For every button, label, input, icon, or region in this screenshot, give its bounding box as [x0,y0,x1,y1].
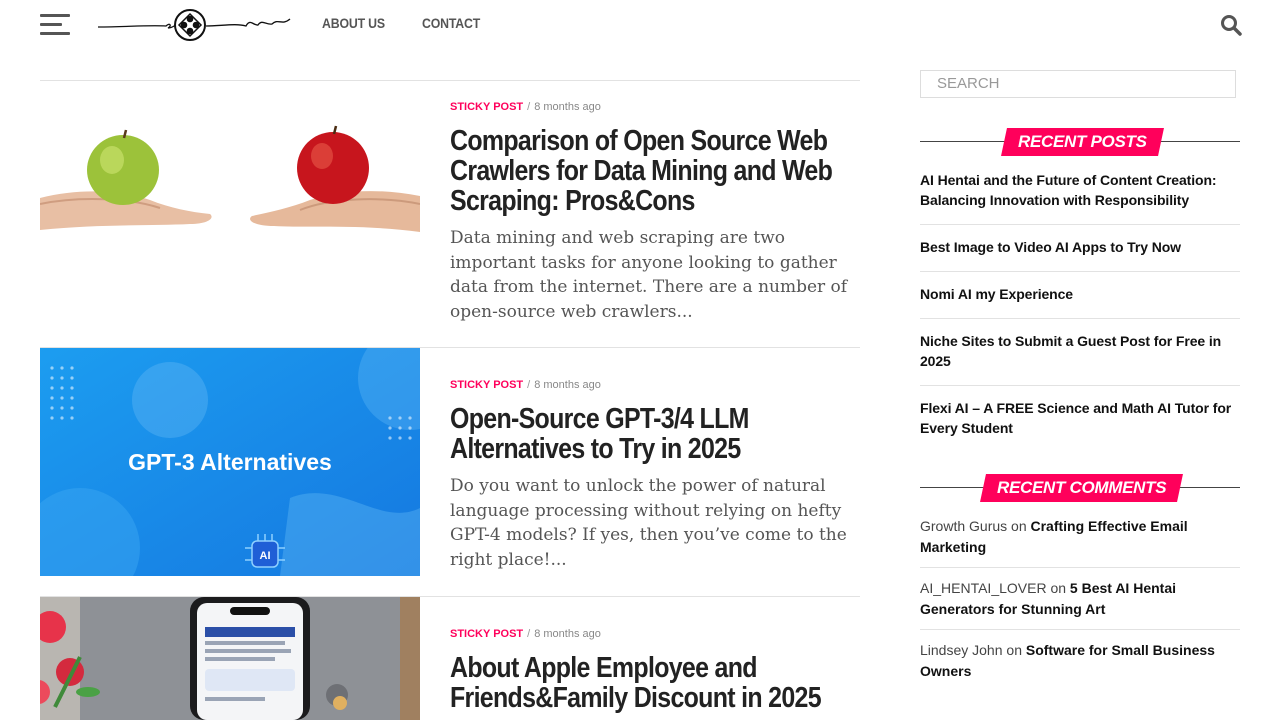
apples-in-hands-image[interactable] [40,100,420,250]
meta-separator: / [527,101,531,113]
comment-item: Growth Gurus on Crafting Effective Email… [920,512,1240,568]
recent-posts-title: RECENT POSTS [1018,132,1147,151]
sidebar: SEARCH RECENT POSTS AI Hentai and the Fu… [920,70,1240,691]
post-title[interactable]: Comparison of Open Source Web Crawlers f… [450,126,854,216]
sticky-post-label[interactable]: STICKY POST [450,101,523,113]
meta-separator: / [527,628,531,640]
nav-about-us[interactable]: ABOUT US [322,15,385,31]
recent-post-link[interactable]: Nomi AI my Experience [920,272,1240,319]
post-text: STICKY POST /8 months ago About Apple Emp… [450,627,860,713]
comment-author[interactable]: Growth Gurus [920,518,1007,534]
post-text: STICKY POST /8 months ago Open-Source GPT… [450,378,860,572]
post-excerpt: Data mining and web scraping are two imp… [450,228,848,322]
recent-comments-heading: RECENT COMMENTS [920,474,1240,504]
search-icon[interactable] [1220,14,1242,36]
post-text: STICKY POST /8 months ago Comparison of O… [450,100,860,324]
post-date: 8 months ago [534,628,601,640]
post-date: 8 months ago [534,101,601,113]
post-card[interactable]: STICKY POST /8 months ago Comparison of O… [40,100,860,347]
recent-post-link[interactable]: Niche Sites to Submit a Guest Post for F… [920,319,1240,386]
recent-post-link[interactable]: Flexi AI – A FREE Science and Math AI Tu… [920,386,1240,452]
sticky-post-label[interactable]: STICKY POST [450,628,523,640]
meta-separator: / [527,379,531,391]
comment-item: Lindsey John on Software for Small Busin… [920,630,1240,691]
comment-item: AI_HENTAI_LOVER on 5 Best AI Hentai Gene… [920,568,1240,630]
main-divider [40,80,860,81]
site-logo[interactable] [96,6,292,44]
nav-contact[interactable]: CONTACT [422,15,480,31]
recent-comments-list: Growth Gurus on Crafting Effective Email… [920,512,1240,691]
post-excerpt: Do you want to unlock the power of natur… [450,476,847,570]
post-card[interactable]: STICKY POST /8 months ago About Apple Emp… [40,597,860,720]
recent-posts-list: AI Hentai and the Future of Content Crea… [920,166,1240,452]
recent-comments-title: RECENT COMMENTS [997,478,1167,497]
gpt3-alternatives-image[interactable]: GPT-3 Alternatives AI [40,348,420,576]
post-meta: STICKY POST /8 months ago [450,627,860,641]
post-card[interactable]: GPT-3 Alternatives AI STICKY POST /8 mont… [40,348,860,596]
recent-post-link[interactable]: Best Image to Video AI Apps to Try Now [920,225,1240,272]
sticky-post-label[interactable]: STICKY POST [450,379,523,391]
image-heading-text: GPT-3 Alternatives [128,449,332,475]
comment-on: on [1011,518,1027,534]
post-title[interactable]: Open-Source GPT-3/4 LLM Alternatives to … [450,404,854,464]
sidebar-search-input[interactable]: SEARCH [920,70,1236,98]
ai-chip-label: AI [260,550,271,562]
comment-on: on [1050,580,1067,596]
comment-author[interactable]: Lindsey John [920,642,1003,658]
comment-on: on [1006,642,1022,658]
post-date: 8 months ago [534,379,601,391]
post-title[interactable]: About Apple Employee and Friends&Family … [450,653,854,713]
apple-phone-image[interactable] [40,597,420,720]
recent-post-link[interactable]: AI Hentai and the Future of Content Crea… [920,166,1240,225]
recent-posts-heading: RECENT POSTS [920,128,1240,158]
main-nav: ABOUT US CONTACT [322,15,488,31]
comment-author[interactable]: AI_HENTAI_LOVER [920,580,1047,596]
post-meta: STICKY POST /8 months ago [450,100,860,114]
post-meta: STICKY POST /8 months ago [450,378,860,392]
menu-toggle-icon[interactable] [40,14,70,36]
